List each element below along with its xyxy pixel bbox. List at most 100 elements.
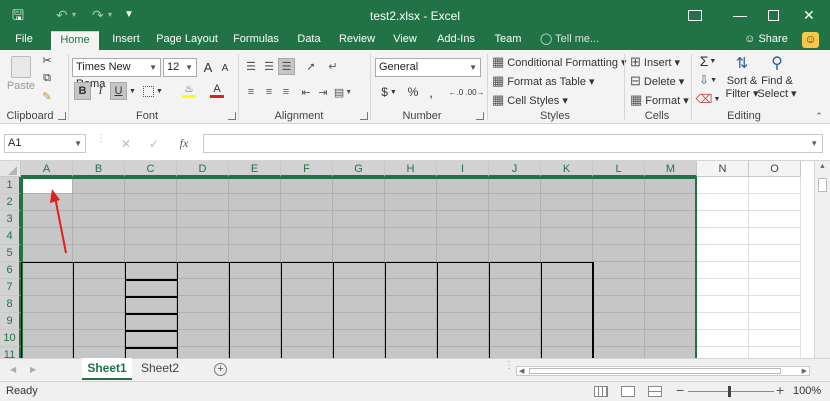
column-header[interactable]: M — [645, 161, 697, 177]
tab-review[interactable]: Review — [337, 31, 377, 50]
sheet-tab-sheet2[interactable]: Sheet2 — [135, 358, 185, 380]
orientation-button[interactable]: ➚ — [300, 58, 322, 74]
scroll-up-icon[interactable]: ▲ — [819, 163, 826, 170]
cell[interactable] — [645, 330, 697, 347]
formula-input[interactable] — [203, 134, 823, 153]
ribbon-display-icon[interactable] — [688, 10, 702, 21]
sheet-tab-splitter-icon[interactable]: ⋮ — [504, 361, 514, 371]
cell[interactable] — [177, 177, 229, 194]
column-header[interactable]: O — [749, 161, 801, 177]
cell[interactable] — [333, 211, 385, 228]
cell[interactable] — [125, 211, 177, 228]
delete-cells-button[interactable]: ⊟ Delete ▾ — [630, 73, 684, 89]
cell[interactable] — [281, 177, 333, 194]
cut-button[interactable]: ✂ — [38, 52, 56, 68]
cell[interactable] — [229, 194, 281, 211]
cell[interactable] — [697, 347, 749, 358]
cell[interactable] — [385, 228, 437, 245]
cell[interactable] — [125, 245, 177, 262]
italic-button[interactable]: I — [93, 82, 108, 100]
merge-center-button[interactable]: ▤ ▼ — [332, 84, 354, 100]
column-header[interactable]: H — [385, 161, 437, 177]
comma-button[interactable]: , — [424, 83, 438, 101]
clipboard-launcher-icon[interactable] — [58, 112, 66, 120]
decrease-decimal-button[interactable]: .00→ — [465, 83, 484, 101]
cell[interactable] — [333, 228, 385, 245]
cell[interactable] — [749, 313, 801, 330]
number-launcher-icon[interactable] — [476, 112, 484, 120]
cell[interactable] — [385, 245, 437, 262]
format-painter-button[interactable]: ✎ — [38, 88, 56, 104]
cell[interactable] — [697, 296, 749, 313]
sheet-tab-sheet1[interactable]: Sheet1 — [82, 358, 132, 380]
page-break-view-icon[interactable] — [648, 386, 662, 397]
column-header[interactable]: E — [229, 161, 281, 177]
fill-color-button[interactable]: ♨ — [178, 82, 200, 100]
column-header[interactable]: G — [333, 161, 385, 177]
decrease-indent-button[interactable]: ⇤ — [298, 84, 314, 100]
cell[interactable] — [437, 211, 489, 228]
redo-icon[interactable]: ↷ — [92, 6, 104, 24]
row-header[interactable]: 5 — [0, 245, 21, 262]
cell[interactable] — [749, 211, 801, 228]
cell[interactable] — [333, 177, 385, 194]
align-middle-button[interactable]: ☰ — [261, 58, 277, 74]
column-header[interactable]: K — [541, 161, 593, 177]
font-name-select[interactable]: Times New Roma ▼ — [72, 58, 161, 90]
cell[interactable] — [177, 211, 229, 228]
cell[interactable] — [489, 177, 541, 194]
row-header[interactable]: 4 — [0, 228, 21, 245]
number-format-select[interactable]: General ▼ — [375, 58, 481, 77]
cell[interactable] — [749, 347, 801, 358]
cell[interactable] — [697, 177, 749, 194]
column-header[interactable]: D — [177, 161, 229, 177]
prev-sheet-icon[interactable]: ◀ — [10, 365, 16, 374]
cell[interactable] — [489, 245, 541, 262]
cell[interactable] — [281, 194, 333, 211]
cell[interactable] — [749, 330, 801, 347]
cell[interactable] — [437, 228, 489, 245]
format-as-table-button[interactable]: ▦ Format as Table ▾ — [492, 73, 595, 89]
cell[interactable] — [281, 228, 333, 245]
cell[interactable] — [229, 211, 281, 228]
cell[interactable] — [645, 262, 697, 279]
cell[interactable] — [645, 194, 697, 211]
collapse-ribbon-button[interactable]: ⌃ — [812, 110, 826, 122]
copy-button[interactable]: ⧉ — [38, 70, 56, 86]
cell[interactable] — [229, 177, 281, 194]
fill-button[interactable]: ⇩ ▼ — [696, 71, 720, 89]
restore-icon[interactable] — [768, 10, 779, 21]
cell[interactable] — [749, 194, 801, 211]
row-header[interactable]: 6 — [0, 262, 21, 279]
increase-font-button[interactable]: A — [200, 58, 216, 77]
column-header[interactable]: I — [437, 161, 489, 177]
cell-styles-button[interactable]: ▦ Cell Styles ▾ — [492, 92, 568, 108]
cell[interactable] — [593, 211, 645, 228]
borders-button[interactable]: ▼ — [142, 82, 164, 100]
confirm-entry-button[interactable]: ✓ — [144, 134, 164, 153]
row-header[interactable]: 2 — [0, 194, 21, 211]
tab-formulas[interactable]: Formulas — [230, 31, 282, 50]
name-box[interactable]: A1 ▼ — [4, 134, 86, 153]
cell[interactable] — [697, 211, 749, 228]
cell[interactable] — [489, 194, 541, 211]
cell[interactable] — [177, 194, 229, 211]
cell[interactable] — [541, 177, 593, 194]
column-header[interactable]: L — [593, 161, 645, 177]
cell[interactable] — [593, 194, 645, 211]
insert-function-button[interactable]: fx — [172, 134, 196, 153]
cell[interactable] — [541, 211, 593, 228]
column-header[interactable]: B — [73, 161, 125, 177]
alignment-launcher-icon[interactable] — [360, 112, 368, 120]
zoom-out-button[interactable]: − — [676, 382, 684, 398]
cell[interactable] — [749, 296, 801, 313]
cell[interactable] — [489, 211, 541, 228]
cell[interactable] — [697, 245, 749, 262]
cell[interactable] — [229, 245, 281, 262]
tab-insert[interactable]: Insert — [107, 31, 145, 50]
align-top-button[interactable]: ☰ — [243, 58, 259, 74]
autosum-button[interactable]: Σ ▼ — [696, 52, 720, 70]
align-center-button[interactable]: ≡ — [261, 84, 277, 100]
cell[interactable] — [749, 262, 801, 279]
sort-filter-button[interactable]: ⇅ Sort & Filter ▾ — [724, 52, 760, 110]
